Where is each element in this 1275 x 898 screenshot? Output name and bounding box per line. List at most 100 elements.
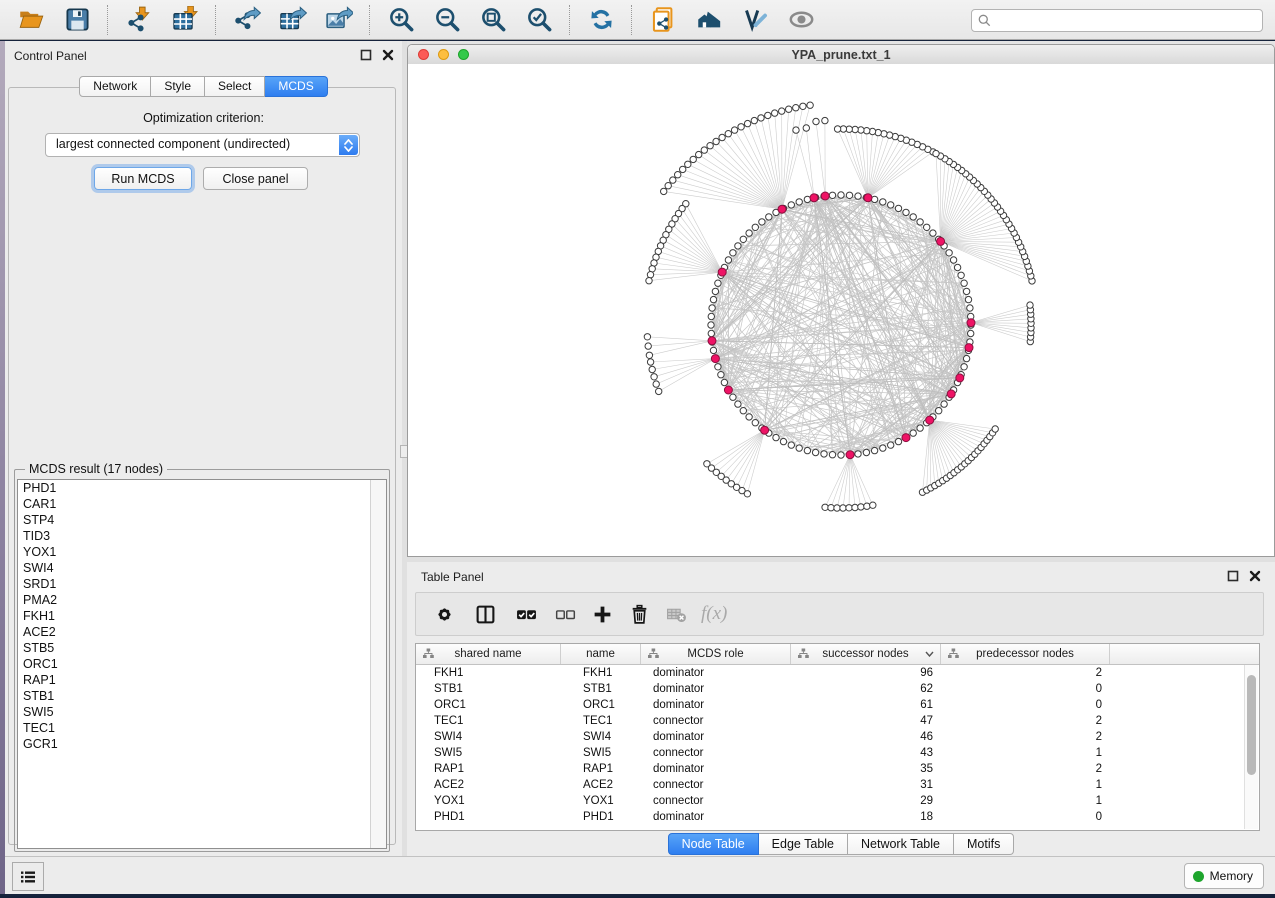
close-panel-button[interactable]: Close panel	[203, 167, 308, 190]
search-box[interactable]	[971, 9, 1263, 32]
close-panel-icon[interactable]	[382, 49, 394, 61]
apply-layout-icon[interactable]	[584, 3, 618, 37]
mcds-result-item[interactable]: STB1	[18, 688, 386, 704]
open-session-icon[interactable]	[14, 3, 48, 37]
cell-shared-name: TEC1	[416, 713, 561, 729]
mcds-result-item[interactable]: GCR1	[18, 736, 386, 752]
tab-network[interactable]: Network	[79, 76, 151, 97]
vizmap-icon[interactable]	[738, 3, 772, 37]
table-row[interactable]: PHD1PHD1dominator180	[416, 809, 1259, 825]
tab-mcds[interactable]: MCDS	[265, 76, 327, 97]
export-web-icon[interactable]	[646, 3, 680, 37]
mcds-result-item[interactable]: STB5	[18, 640, 386, 656]
show-columns-icon[interactable]	[475, 601, 496, 627]
cell-name: ORC1	[561, 697, 641, 713]
save-session-icon[interactable]	[60, 3, 94, 37]
mcds-result-item[interactable]: PMA2	[18, 592, 386, 608]
tab-style[interactable]: Style	[151, 76, 205, 97]
table-row[interactable]: SWI5SWI5connector431	[416, 745, 1259, 761]
cell-successor-nodes: 47	[791, 713, 941, 729]
create-column-icon[interactable]	[592, 601, 613, 627]
task-history-button[interactable]	[12, 862, 44, 891]
column-header-name[interactable]: name	[561, 644, 641, 664]
table-row[interactable]: SWI4SWI4dominator462	[416, 729, 1259, 745]
zoom-out-icon[interactable]	[430, 3, 464, 37]
import-table-icon[interactable]	[168, 3, 202, 37]
zoom-fit-icon[interactable]	[476, 3, 510, 37]
export-table-icon[interactable]	[276, 3, 310, 37]
tab-node-table[interactable]: Node Table	[668, 833, 759, 855]
cell-shared-name: ORC1	[416, 697, 561, 713]
optimization-criterion-select[interactable]: largest connected component (undirected)	[45, 133, 360, 157]
tab-select[interactable]: Select	[205, 76, 265, 97]
float-window-icon[interactable]	[1227, 570, 1239, 582]
export-network-icon[interactable]	[230, 3, 264, 37]
fx-label: f(x)	[701, 603, 727, 625]
tab-edge-table[interactable]: Edge Table	[759, 833, 848, 855]
delete-columns-icon[interactable]	[629, 601, 650, 627]
float-window-icon[interactable]	[360, 49, 372, 61]
table-row[interactable]: ACE2ACE2connector311	[416, 777, 1259, 793]
zoom-selected-icon[interactable]	[522, 3, 556, 37]
mcds-result-item[interactable]: STP4	[18, 512, 386, 528]
table-toolbar: f(x)	[415, 592, 1264, 636]
cell-predecessor-nodes: 2	[941, 713, 1110, 729]
mcds-result-item[interactable]: SRD1	[18, 576, 386, 592]
table-row[interactable]: ORC1ORC1dominator610	[416, 697, 1259, 713]
table-row[interactable]: FKH1FKH1dominator962	[416, 665, 1259, 681]
table-row[interactable]: RAP1RAP1dominator352	[416, 761, 1259, 777]
run-mcds-button[interactable]: Run MCDS	[94, 167, 192, 190]
column-header-predecessor-nodes[interactable]: predecessor nodes	[941, 644, 1110, 664]
network-window-titlebar[interactable]: YPA_prune.txt_1	[408, 45, 1274, 65]
mcds-result-item[interactable]: YOX1	[18, 544, 386, 560]
mcds-result-list[interactable]: PHD1CAR1STP4TID3YOX1SWI4SRD1PMA2FKH1ACE2…	[17, 479, 387, 849]
mcds-result-item[interactable]: SWI4	[18, 560, 386, 576]
result-list-scrollbar[interactable]	[370, 480, 386, 848]
table-row[interactable]: TEC1TEC1connector472	[416, 713, 1259, 729]
search-input[interactable]	[996, 13, 1262, 29]
app-body: Control Panel NetworkStyleSelectMCDS Opt…	[5, 41, 1275, 858]
mcds-result-item[interactable]: ACE2	[18, 624, 386, 640]
column-header-mcds-role[interactable]: MCDS role	[641, 644, 791, 664]
mcds-result-item[interactable]: SWI5	[18, 704, 386, 720]
column-header-shared-name[interactable]: shared name	[416, 644, 561, 664]
select-all-columns-icon[interactable]	[516, 601, 537, 627]
table-scrollbar-thumb[interactable]	[1247, 675, 1256, 775]
memory-button[interactable]: Memory	[1184, 863, 1264, 889]
mcds-result-item[interactable]: TID3	[18, 528, 386, 544]
table-row[interactable]: YOX1YOX1connector291	[416, 793, 1259, 809]
control-panel: Control Panel NetworkStyleSelectMCDS Opt…	[5, 41, 402, 858]
birds-eye-icon[interactable]	[692, 3, 726, 37]
column-header-successor-nodes[interactable]: successor nodes	[791, 644, 941, 664]
import-network-icon[interactable]	[122, 3, 156, 37]
cell-mcds-role: connector	[641, 745, 791, 761]
mcds-result-item[interactable]: TEC1	[18, 720, 386, 736]
mcds-result-item[interactable]: CAR1	[18, 496, 386, 512]
toolbar-separator	[215, 5, 217, 35]
cell-successor-nodes: 31	[791, 777, 941, 793]
cell-mcds-role: connector	[641, 713, 791, 729]
mcds-result-item[interactable]: ORC1	[18, 656, 386, 672]
cell-name: SWI4	[561, 729, 641, 745]
table-row[interactable]: STB1STB1dominator620	[416, 681, 1259, 697]
tab-motifs[interactable]: Motifs	[954, 833, 1014, 855]
cell-name: RAP1	[561, 761, 641, 777]
mcds-result-item[interactable]: PHD1	[18, 480, 386, 496]
deselect-all-columns-icon[interactable]	[555, 601, 576, 627]
zoom-in-icon[interactable]	[384, 3, 418, 37]
toolbar-separator	[369, 5, 371, 35]
mcds-result-item[interactable]: RAP1	[18, 672, 386, 688]
delete-table-icon	[666, 601, 687, 627]
control-panel-title: Control Panel	[14, 49, 87, 63]
table-scrollbar[interactable]	[1244, 665, 1258, 829]
table-mode-gear-icon[interactable]	[434, 601, 455, 627]
close-panel-icon[interactable]	[1249, 570, 1261, 582]
tab-network-table[interactable]: Network Table	[848, 833, 954, 855]
cell-successor-nodes: 43	[791, 745, 941, 761]
hide-details-icon[interactable]	[784, 3, 818, 37]
export-image-icon[interactable]	[322, 3, 356, 37]
network-canvas[interactable]	[408, 64, 1274, 556]
node-table[interactable]: shared namenameMCDS rolesuccessor nodesp…	[415, 643, 1260, 831]
cell-mcds-role: dominator	[641, 681, 791, 697]
mcds-result-item[interactable]: FKH1	[18, 608, 386, 624]
